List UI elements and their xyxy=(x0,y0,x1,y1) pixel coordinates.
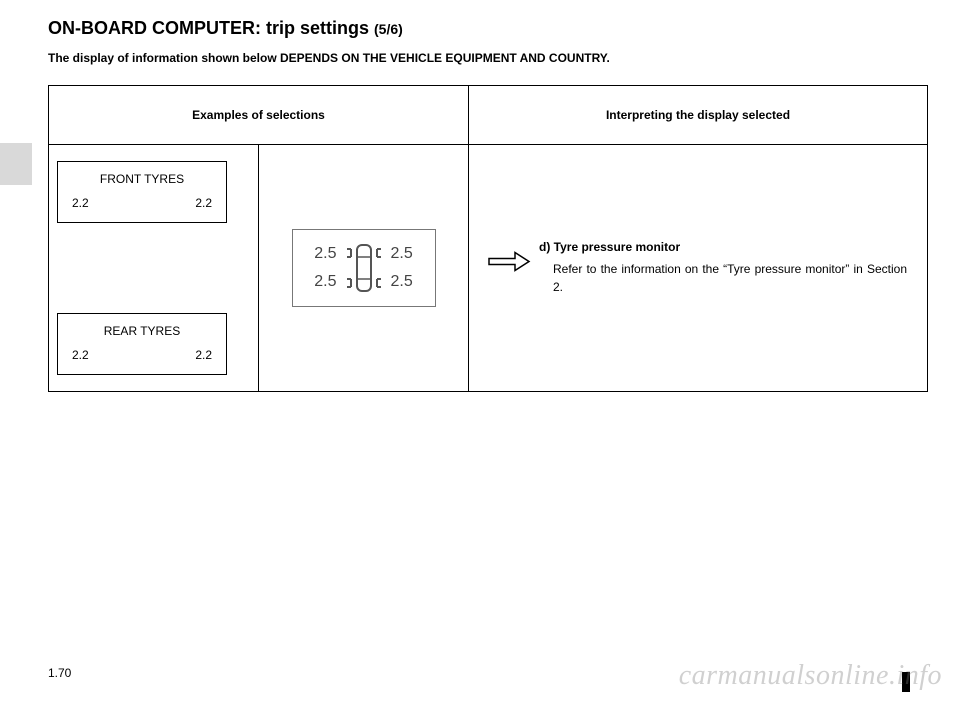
rear-tyres-label: REAR TYRES xyxy=(68,324,216,338)
page-content: ON-BOARD COMPUTER: trip settings (5/6) T… xyxy=(48,18,928,392)
diagram-cell: 2.5 xyxy=(259,145,469,392)
selection-examples-cell: FRONT TYRES 2.2 2.2 REAR TYRES 2.2 2.2 xyxy=(49,145,259,392)
interpretation-body: Refer to the information on the “Tyre pr… xyxy=(539,260,907,296)
page-subtitle: The display of information shown below D… xyxy=(48,51,928,65)
front-tyres-label: FRONT TYRES xyxy=(68,172,216,186)
table-header-left: Examples of selections xyxy=(49,86,469,145)
diagram-rear-right: 2.5 xyxy=(391,273,425,291)
diagram-rear-left: 2.5 xyxy=(303,273,337,291)
info-table: Examples of selections Interpreting the … xyxy=(48,85,928,392)
rear-tyres-box: REAR TYRES 2.2 2.2 xyxy=(57,313,227,375)
front-tyres-box: FRONT TYRES 2.2 2.2 xyxy=(57,161,227,223)
title-page-indicator: (5/6) xyxy=(374,21,403,37)
rear-tyre-right-value: 2.2 xyxy=(195,348,212,362)
arrow-right-icon xyxy=(487,251,531,276)
rear-tyre-left-value: 2.2 xyxy=(72,348,89,362)
diagram-front-left: 2.5 xyxy=(303,245,337,263)
table-header-right: Interpreting the display selected xyxy=(469,86,928,145)
front-tyre-right-value: 2.2 xyxy=(195,196,212,210)
tyre-pressure-diagram: 2.5 xyxy=(292,229,436,307)
interpretation-cell: d) Tyre pressure monitor Refer to the in… xyxy=(469,145,928,392)
page-title: ON-BOARD COMPUTER: trip settings (5/6) xyxy=(48,18,928,39)
section-tab xyxy=(0,143,32,185)
title-main: ON-BOARD COMPUTER: trip settings xyxy=(48,18,374,38)
diagram-front-right: 2.5 xyxy=(391,245,425,263)
front-tyre-left-value: 2.2 xyxy=(72,196,89,210)
interpretation-heading: d) Tyre pressure monitor xyxy=(539,240,907,254)
car-top-view-icon xyxy=(341,241,387,295)
page-number: 1.70 xyxy=(48,666,71,680)
watermark: carmanualsonline.info xyxy=(679,660,942,692)
